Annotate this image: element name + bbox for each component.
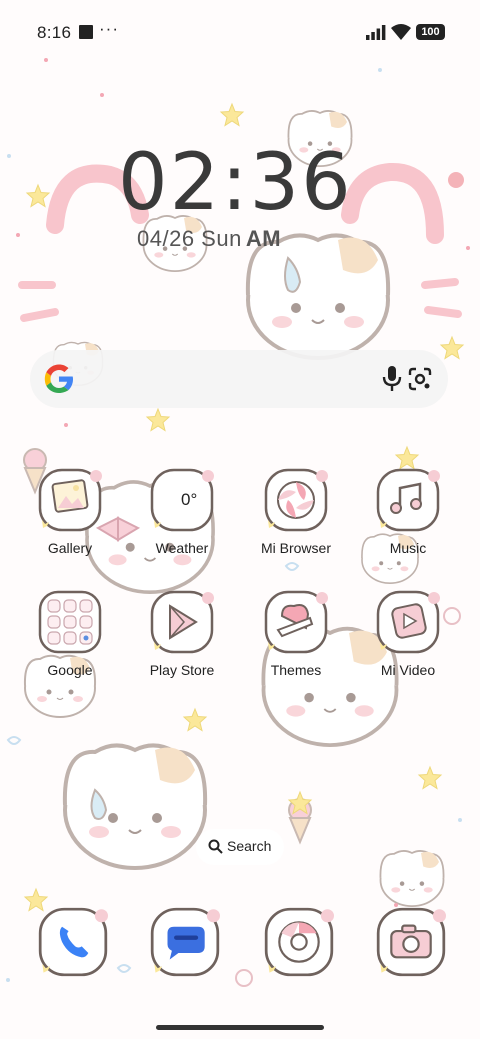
search-pill-label: Search — [227, 838, 272, 854]
app-label-google: Google — [47, 662, 93, 678]
app-mi-video[interactable]: Mi Video — [354, 590, 464, 700]
app-themes[interactable]: Themes — [242, 590, 352, 700]
google-folder-icon — [38, 590, 102, 654]
more-notifications-icon: ··· — [99, 19, 119, 38]
app-label-themes: Themes — [270, 662, 322, 678]
clock-time[interactable]: 02:36 — [118, 138, 351, 228]
google-search-widget[interactable] — [30, 350, 448, 408]
google-g-icon — [44, 364, 73, 393]
app-label-mi-video: Mi Video — [380, 662, 436, 678]
mic-icon[interactable] — [380, 365, 404, 393]
chrome-icon[interactable] — [264, 907, 334, 977]
themes-icon — [264, 590, 328, 654]
messages-icon[interactable] — [150, 907, 220, 977]
status-bar: 8:16 ··· 100 — [0, 0, 480, 64]
phone-icon[interactable] — [38, 907, 108, 977]
app-music[interactable]: Music — [354, 468, 464, 578]
app-label-gallery: Gallery — [47, 540, 93, 556]
home-indicator[interactable] — [156, 1025, 324, 1030]
video-icon — [376, 590, 440, 654]
status-time: 8:16 — [37, 23, 72, 42]
camera-icon[interactable] — [376, 907, 446, 977]
weather-temp: 0° — [181, 490, 198, 509]
signal-icon — [366, 25, 386, 40]
clock-ampm: AM — [245, 226, 282, 251]
gallery-icon — [38, 468, 102, 532]
app-label-music: Music — [389, 540, 427, 556]
app-google-folder[interactable]: Google — [16, 590, 126, 700]
app-label-mi-browser: Mi Browser — [260, 540, 331, 556]
clock-date-text: 04/26 Sun — [137, 226, 242, 251]
browser-icon — [264, 468, 328, 532]
google-lens-icon[interactable] — [408, 367, 432, 391]
app-label-weather: Weather — [155, 540, 209, 556]
app-label-play-store: Play Store — [149, 662, 215, 678]
app-gallery[interactable]: Gallery — [16, 468, 126, 578]
notification-square-icon — [79, 25, 93, 39]
app-play-store[interactable]: Play Store — [128, 590, 238, 700]
wifi-icon — [391, 24, 411, 40]
play-store-icon — [150, 590, 214, 654]
app-weather[interactable]: 0° Weather — [128, 468, 238, 578]
clock-date[interactable]: 04/26 Sun AM — [137, 226, 281, 252]
music-icon — [376, 468, 440, 532]
home-search-button[interactable]: Search — [196, 829, 284, 865]
battery-icon: 100 — [416, 24, 445, 40]
search-icon — [208, 839, 223, 854]
app-mi-browser[interactable]: Mi Browser — [242, 468, 352, 578]
